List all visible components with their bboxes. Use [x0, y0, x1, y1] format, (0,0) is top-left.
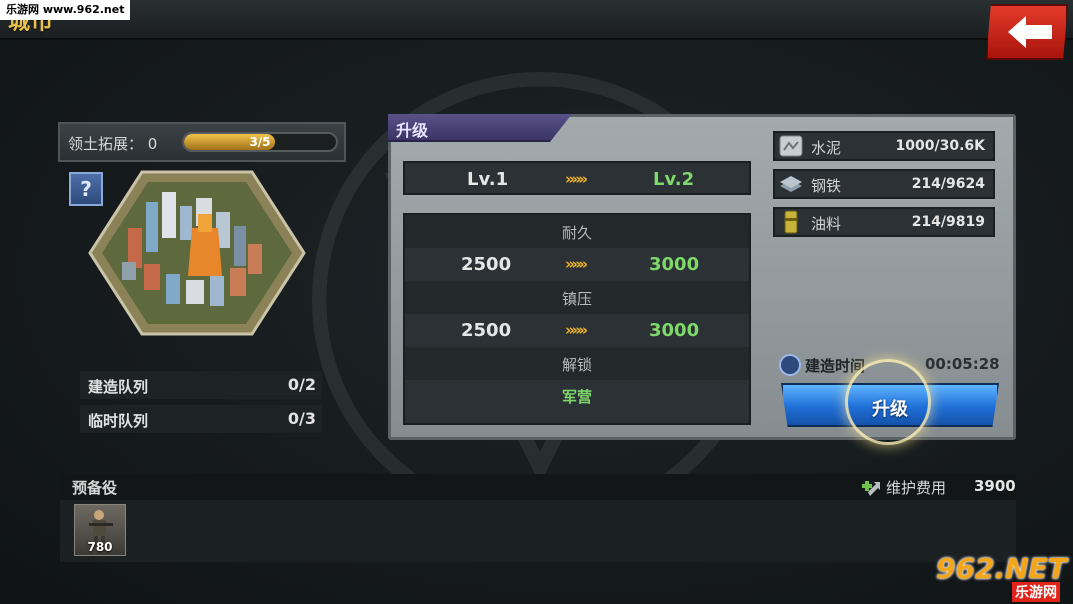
top-bar [0, 0, 1073, 40]
territory-progress-text: 3/5 [249, 135, 271, 149]
stat-next: 3000 [649, 254, 700, 275]
oil-icon [784, 210, 798, 234]
chevron-right-icon: »»» [565, 321, 588, 339]
resource-label: 水泥 [811, 139, 842, 157]
wrench-plus-icon [862, 481, 880, 496]
unlock-building: 军营 [561, 388, 592, 406]
back-arrow-icon [1008, 16, 1052, 48]
territory-label: 领土拓展： 0 [68, 135, 158, 153]
stat-header-durability: 耐久 [405, 215, 749, 248]
stat-next: 3000 [649, 320, 700, 341]
upgrade-panel: 升级 Lv.1 »»» Lv.2 耐久 2500 »»» 3000 镇压 250… [388, 114, 1016, 445]
build-queue-row: 建造队列 0/2 [80, 371, 322, 399]
logo-sub-text: 乐游网 [1012, 582, 1060, 602]
resource-oil: 油料 214/9819 [773, 207, 995, 237]
stat-header-unlock: 解锁 [405, 347, 749, 380]
build-queue-value: 0/2 [287, 375, 316, 394]
temp-queue-value: 0/3 [287, 409, 316, 428]
stat-name: 镇压 [561, 290, 592, 308]
logo-main-text: 962.NET [936, 552, 1067, 585]
territory-expansion-bar: 领土拓展： 0 3/5 [58, 122, 346, 162]
build-queue-label: 建造队列 [88, 378, 149, 396]
upgrade-tab-label: 升级 [396, 121, 429, 140]
clock-icon [779, 354, 801, 376]
maintenance-value: 3900 [974, 477, 1016, 495]
territory-progress: 3/5 [182, 132, 338, 152]
resource-label: 油料 [811, 215, 842, 233]
chevron-right-icon: »»» [565, 170, 588, 188]
temp-queue-label: 临时队列 [88, 412, 149, 430]
reserve-unit-card[interactable]: 780 [74, 504, 126, 556]
build-time-value: 00:05:28 [925, 355, 1000, 373]
resource-value: 214/9819 [911, 214, 985, 230]
cement-icon [779, 135, 803, 157]
steel-icon [780, 176, 802, 192]
resource-label: 钢铁 [811, 177, 842, 195]
stat-values-suppression: 2500 »»» 3000 [405, 314, 749, 347]
stat-values-durability: 2500 »»» 3000 [405, 248, 749, 281]
stat-header-suppression: 镇压 [405, 281, 749, 314]
upgrade-tab[interactable]: 升级 [388, 114, 572, 142]
stat-current: 2500 [461, 254, 512, 275]
maintenance-label: 维护费用 [886, 479, 947, 497]
site-logo: 962.NET 乐游网 [930, 552, 1068, 602]
stat-values-unlock: 军营 [405, 380, 749, 423]
site-watermark: 乐游网 www.962.net [0, 0, 131, 20]
upgrade-highlight-ring [845, 359, 931, 445]
level-next: Lv.2 [653, 169, 695, 190]
stat-name: 耐久 [561, 224, 592, 242]
temp-queue-row: 临时队列 0/3 [80, 405, 322, 433]
stat-current: 2500 [461, 320, 512, 341]
back-button[interactable] [986, 4, 1068, 60]
reserve-unit-list: 780 [60, 500, 1016, 562]
chevron-right-icon: »»» [565, 255, 588, 273]
reserve-header: 预备役 维护费用 3900 [60, 474, 1016, 500]
level-current: Lv.1 [467, 169, 509, 190]
unit-count: 780 [87, 540, 113, 554]
resource-steel: 钢铁 214/9624 [773, 169, 995, 199]
stat-name: 解锁 [561, 356, 592, 374]
reserve-label: 预备役 [72, 479, 118, 497]
resource-value: 1000/30.6K [895, 138, 985, 154]
stat-compare-table: 耐久 2500 »»» 3000 镇压 2500 »»» 3000 解锁 军营 [403, 213, 751, 425]
city-map-image[interactable] [88, 168, 306, 338]
level-compare: Lv.1 »»» Lv.2 [403, 161, 751, 195]
resource-value: 214/9624 [911, 176, 985, 192]
resource-cement: 水泥 1000/30.6K [773, 131, 995, 161]
